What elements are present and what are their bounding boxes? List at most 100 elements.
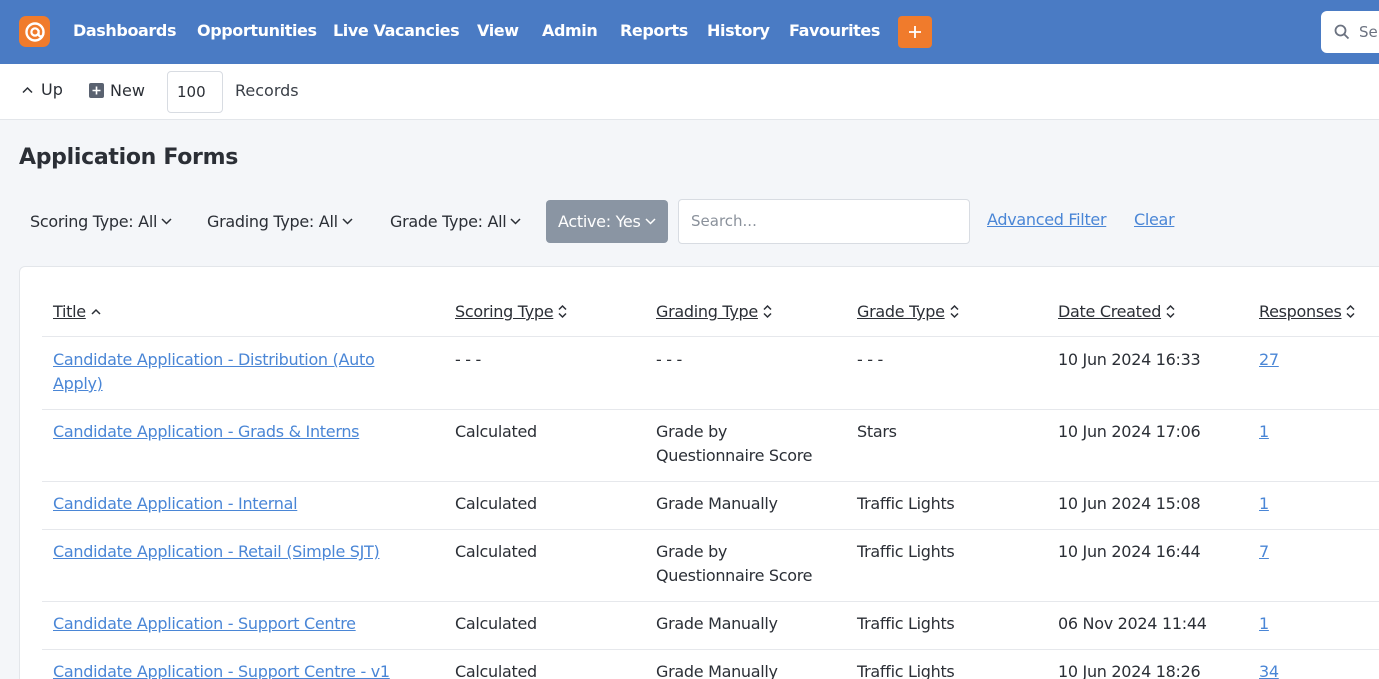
table-cell-responses-link[interactable]: 1 <box>1259 420 1269 444</box>
sort-icon <box>950 304 959 319</box>
table-cell-grade-type: Traffic Lights <box>857 662 955 679</box>
global-search-input[interactable]: Se <box>1321 11 1379 53</box>
new-button[interactable]: New <box>89 81 145 100</box>
chevron-down-icon <box>644 218 656 225</box>
column-header-label: Responses <box>1259 302 1342 321</box>
table-row-title-link[interactable]: Candidate Application - Retail (Simple S… <box>53 540 433 564</box>
scoring-type-filter-label: Scoring Type: All <box>30 212 158 231</box>
table-cell-grading-type: Grade Manually <box>656 494 778 513</box>
table-cell-grading-type: Grade Manually <box>656 614 778 633</box>
chevron-down-icon <box>510 218 521 225</box>
chevron-up-icon <box>22 86 33 93</box>
table-row-title-link[interactable]: Candidate Application - Support Centre -… <box>53 660 443 679</box>
column-header-label: Grade Type <box>857 302 945 321</box>
table-cell-grading-type: - - - <box>656 350 682 369</box>
sort-icon <box>558 304 567 319</box>
row-divider <box>42 481 1379 482</box>
search-icon <box>1334 24 1350 40</box>
nav-favourites[interactable]: Favourites <box>789 21 880 40</box>
nav-dashboards[interactable]: Dashboards <box>73 21 177 40</box>
table-row-title-link[interactable]: Candidate Application - Distribution (Au… <box>53 348 413 396</box>
column-header-responses[interactable]: Responses <box>1259 302 1356 321</box>
table-cell-grade-type: Traffic Lights <box>857 542 955 561</box>
nav-live-vacancies[interactable]: Live Vacancies <box>333 21 460 40</box>
table-cell-responses-link[interactable]: 7 <box>1259 540 1269 564</box>
at-logo-icon[interactable] <box>19 16 50 47</box>
table-cell-date-created: 10 Jun 2024 16:33 <box>1058 350 1201 369</box>
grading-type-filter[interactable]: Grading Type: All <box>207 200 353 243</box>
column-header-label: Title <box>53 302 86 321</box>
nav-view[interactable]: View <box>477 21 519 40</box>
nav-opportunities[interactable]: Opportunities <box>197 21 317 40</box>
nav-reports[interactable]: Reports <box>620 21 688 40</box>
sort-icon <box>763 304 772 319</box>
table-cell-responses-link[interactable]: 1 <box>1259 492 1269 516</box>
table-row-title-link[interactable]: Candidate Application - Internal <box>53 492 413 516</box>
top-navbar: Dashboards Opportunities Live Vacancies … <box>0 0 1379 64</box>
up-button[interactable]: Up <box>22 80 63 99</box>
column-header-scoring-type[interactable]: Scoring Type <box>455 302 567 321</box>
chevron-down-icon <box>342 218 353 225</box>
table-cell-grade-type: Stars <box>857 422 897 441</box>
table-cell-grade-type: Traffic Lights <box>857 614 955 633</box>
column-header-label: Date Created <box>1058 302 1162 321</box>
table-cell-scoring-type: Calculated <box>455 614 537 633</box>
table-cell-scoring-type: Calculated <box>455 542 537 561</box>
column-header-label: Scoring Type <box>455 302 554 321</box>
row-divider <box>42 336 1379 337</box>
records-count-input[interactable]: 100 <box>167 71 223 113</box>
nav-admin[interactable]: Admin <box>542 21 598 40</box>
scoring-type-filter[interactable]: Scoring Type: All <box>30 200 172 243</box>
table-cell-grading-type: Grade Manually <box>656 662 778 679</box>
new-label: New <box>110 81 145 100</box>
column-header-grading-type[interactable]: Grading Type <box>656 302 772 321</box>
global-search-placeholder: Se <box>1359 23 1378 41</box>
table-cell-date-created: 10 Jun 2024 18:26 <box>1058 662 1201 679</box>
table-cell-grade-type: Traffic Lights <box>857 494 955 513</box>
column-header-title[interactable]: Title <box>53 302 101 321</box>
plus-square-icon <box>89 83 104 98</box>
table-cell-responses-link[interactable]: 34 <box>1259 660 1279 679</box>
table-cell-responses-link[interactable]: 27 <box>1259 348 1279 372</box>
sort-icon <box>1166 304 1175 319</box>
chevron-down-icon <box>161 218 172 225</box>
active-filter[interactable]: Active: Yes <box>546 200 668 243</box>
row-divider <box>42 601 1379 602</box>
column-header-label: Grading Type <box>656 302 758 321</box>
table-cell-date-created: 06 Nov 2024 11:44 <box>1058 614 1207 633</box>
row-divider <box>42 409 1379 410</box>
plus-icon <box>909 26 921 38</box>
table-cell-grading-type: Grade by Questionnaire Score <box>656 542 813 585</box>
search-input[interactable]: Search... <box>678 199 970 244</box>
column-header-grade-type[interactable]: Grade Type <box>857 302 959 321</box>
table-cell-grading-type: Grade by Questionnaire Score <box>656 422 813 465</box>
table-cell-grade-type: - - - <box>857 350 883 369</box>
table-row-title-link[interactable]: Candidate Application - Support Centre <box>53 612 433 636</box>
table-cell-scoring-type: - - - <box>455 350 481 369</box>
grading-type-filter-label: Grading Type: All <box>207 212 338 231</box>
up-label: Up <box>41 80 63 99</box>
toolbar: Up New 100 Records <box>0 64 1379 120</box>
table-cell-scoring-type: Calculated <box>455 422 537 441</box>
advanced-filter-link[interactable]: Advanced Filter <box>987 210 1107 229</box>
grade-type-filter[interactable]: Grade Type: All <box>390 200 521 243</box>
records-label: Records <box>235 81 299 100</box>
table-row-title-link[interactable]: Candidate Application - Grads & Interns <box>53 420 413 444</box>
clear-link[interactable]: Clear <box>1134 210 1175 229</box>
table-cell-scoring-type: Calculated <box>455 662 537 679</box>
row-divider <box>42 649 1379 650</box>
nav-history[interactable]: History <box>707 21 770 40</box>
sort-icon <box>1346 304 1356 319</box>
column-header-date-created[interactable]: Date Created <box>1058 302 1175 321</box>
table-cell-date-created: 10 Jun 2024 15:08 <box>1058 494 1201 513</box>
row-divider <box>42 529 1379 530</box>
grade-type-filter-label: Grade Type: All <box>390 212 507 231</box>
table-cell-scoring-type: Calculated <box>455 494 537 513</box>
active-filter-label: Active: Yes <box>558 212 641 231</box>
sort-ascending-icon <box>91 308 101 315</box>
table-cell-date-created: 10 Jun 2024 17:06 <box>1058 422 1201 441</box>
quick-add-button[interactable] <box>898 16 932 48</box>
table-cell-responses-link[interactable]: 1 <box>1259 612 1269 636</box>
page-title: Application Forms <box>19 145 239 170</box>
table-cell-date-created: 10 Jun 2024 16:44 <box>1058 542 1201 561</box>
